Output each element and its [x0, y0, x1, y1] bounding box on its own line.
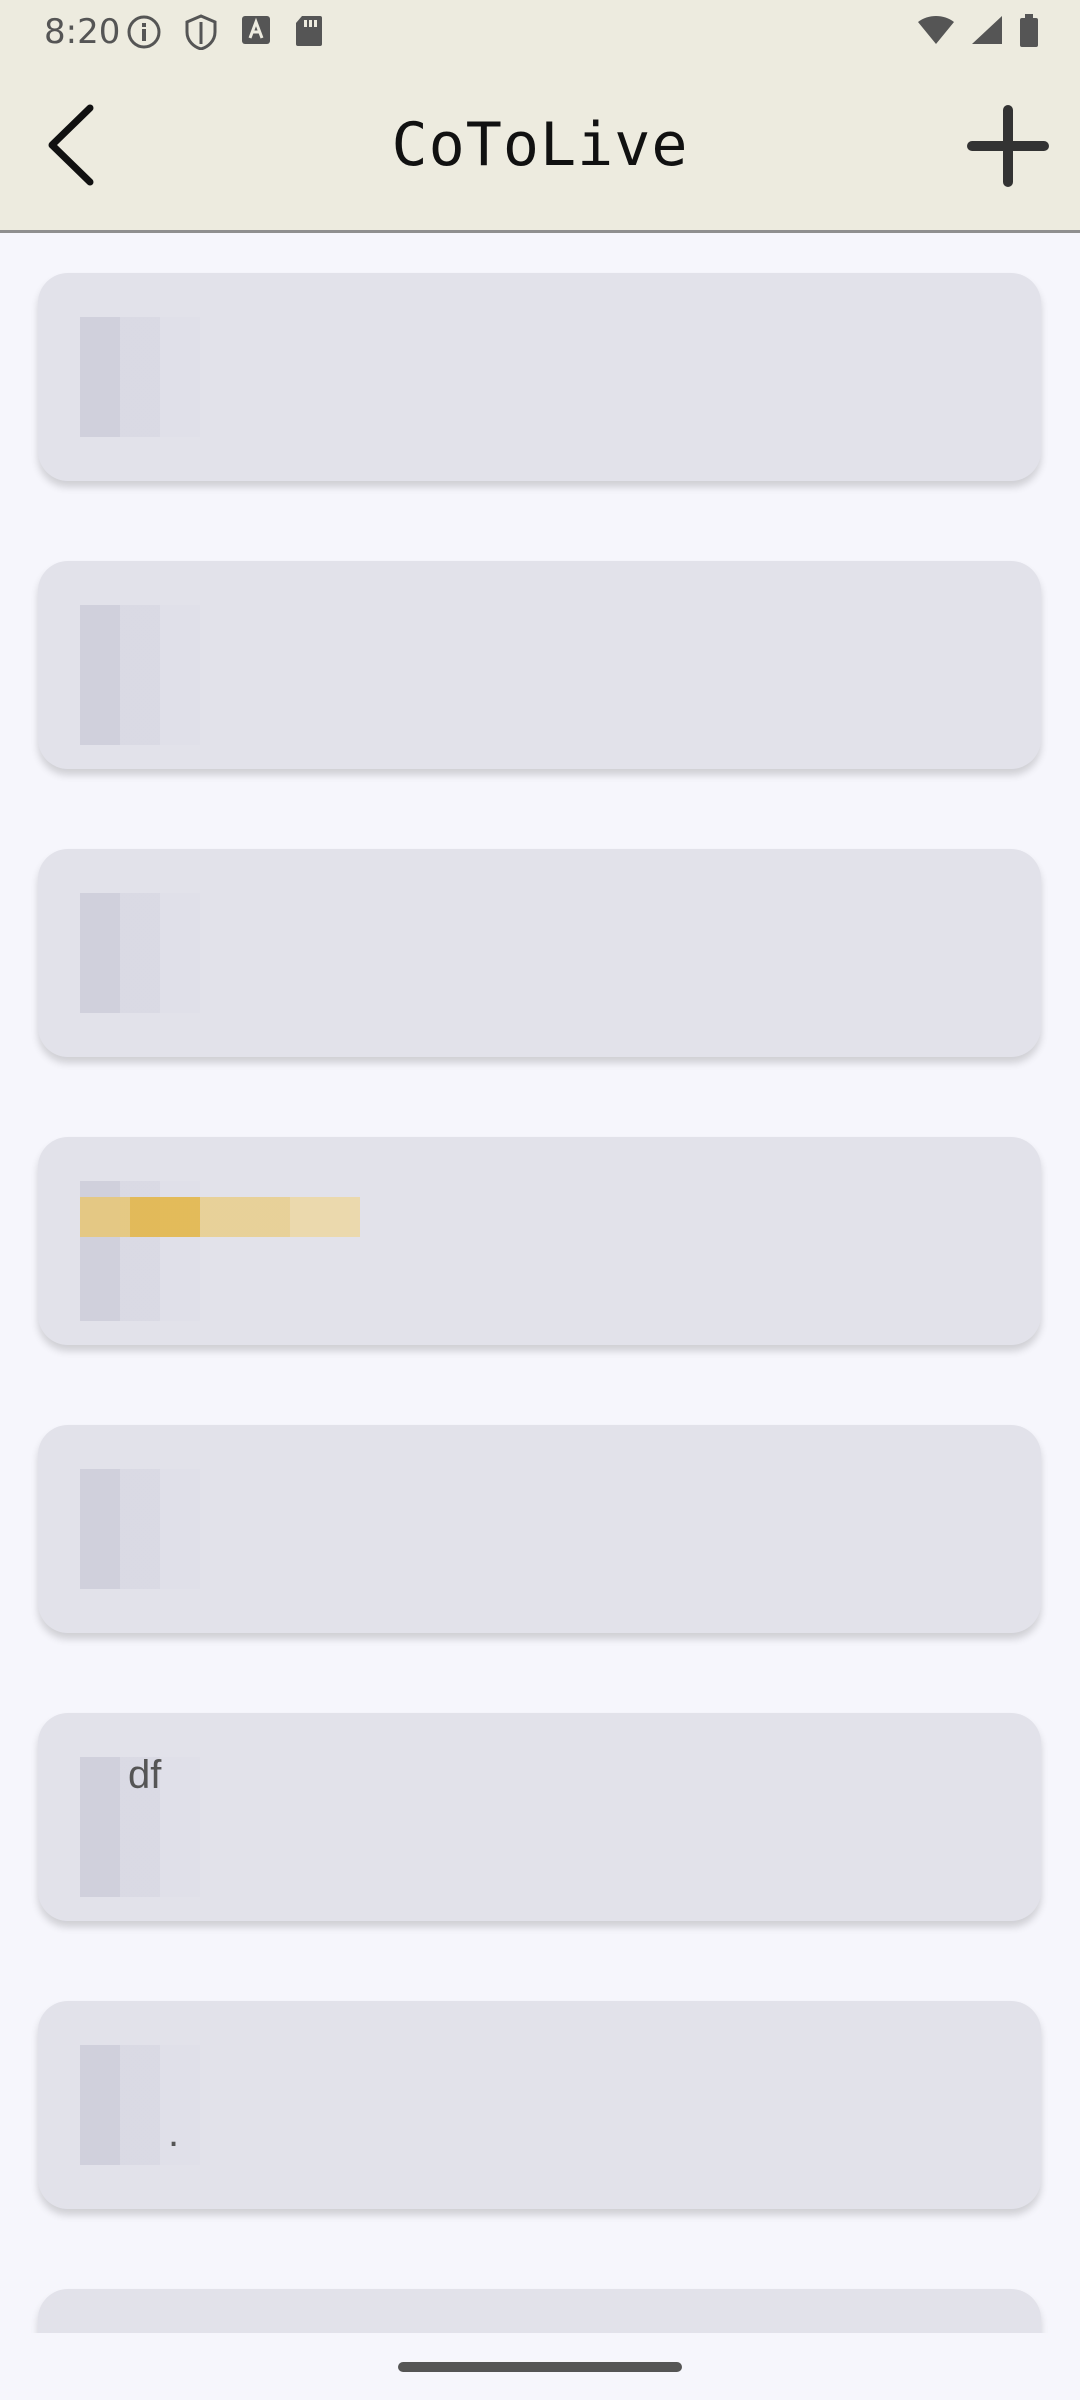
cell-signal-icon	[970, 14, 1004, 48]
note-text: df	[128, 1753, 162, 1797]
note-card[interactable]: df	[38, 1713, 1041, 1921]
font-a-icon	[240, 14, 272, 50]
note-text: .	[168, 2111, 180, 2155]
note-card[interactable]	[38, 1425, 1041, 1633]
note-card[interactable]	[38, 273, 1041, 481]
sd-card-icon	[294, 14, 324, 50]
gesture-nav-bar[interactable]	[398, 2362, 682, 2372]
app-bar: CoToLive	[0, 60, 1080, 233]
redacted-content	[80, 893, 200, 1013]
page-title: CoToLive	[391, 110, 689, 180]
note-card[interactable]	[38, 1137, 1041, 1345]
battery-icon	[1018, 14, 1040, 48]
info-icon	[126, 14, 162, 50]
status-icons-left	[126, 14, 324, 50]
redacted-content	[80, 1469, 200, 1589]
note-card[interactable]	[38, 2289, 1041, 2333]
redacted-content	[80, 2045, 200, 2165]
note-card[interactable]	[38, 849, 1041, 1057]
emoji-row	[80, 1197, 360, 1237]
redacted-content	[80, 605, 200, 745]
status-bar: 8:20	[0, 0, 1080, 60]
status-time: 8:20	[44, 12, 121, 52]
note-card[interactable]	[38, 561, 1041, 769]
plus-icon	[967, 105, 1049, 187]
note-list[interactable]: df.	[0, 233, 1080, 2333]
status-icons-right	[916, 14, 1040, 48]
note-card[interactable]: .	[38, 2001, 1041, 2209]
shield-icon	[184, 14, 218, 50]
redacted-content	[80, 317, 200, 437]
add-note-button[interactable]	[966, 104, 1050, 188]
wifi-icon	[916, 14, 956, 48]
